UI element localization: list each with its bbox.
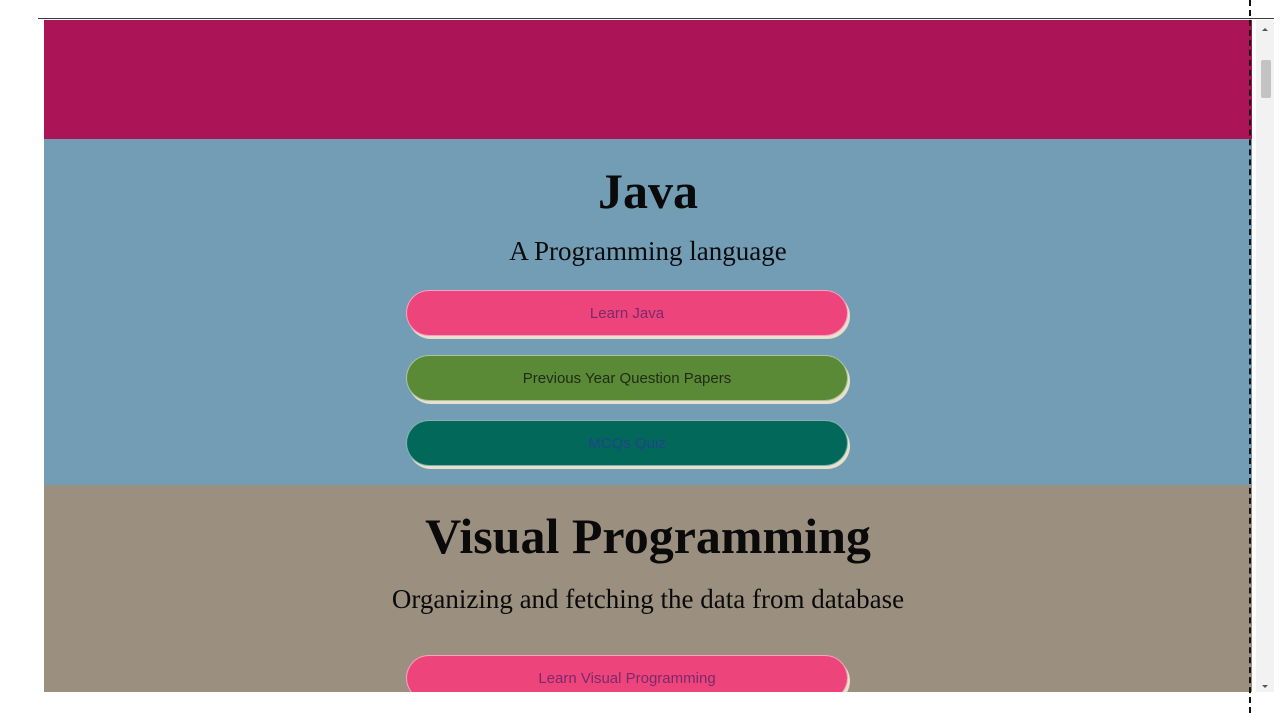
learn-java-button[interactable]: Learn Java	[406, 290, 848, 336]
java-title: Java	[598, 163, 698, 219]
frame-dashed-edge	[1249, 0, 1251, 713]
mcqs-quiz-button[interactable]: MCQs Quiz	[406, 420, 848, 466]
learn-visual-programming-button[interactable]: Learn Visual Programming	[406, 655, 848, 692]
scrollbar-thumb[interactable]	[1261, 60, 1271, 98]
java-subtitle: A Programming language	[509, 236, 787, 266]
java-section: Java A Programming language Learn Java P…	[44, 139, 1252, 485]
visual-programming-title: Visual Programming	[425, 508, 871, 564]
frame-top-border	[38, 18, 1274, 19]
page-viewport: Java A Programming language Learn Java P…	[44, 20, 1252, 692]
visual-programming-subtitle: Organizing and fetching the data from da…	[391, 584, 905, 614]
vertical-scrollbar[interactable]	[1256, 20, 1274, 692]
header-banner	[44, 20, 1252, 139]
visual-programming-section: Visual Programming Organizing and fetchi…	[44, 485, 1252, 692]
chevron-down-icon[interactable]	[1262, 685, 1268, 688]
previous-year-papers-button[interactable]: Previous Year Question Papers	[406, 355, 848, 401]
chevron-up-icon[interactable]	[1262, 28, 1268, 31]
